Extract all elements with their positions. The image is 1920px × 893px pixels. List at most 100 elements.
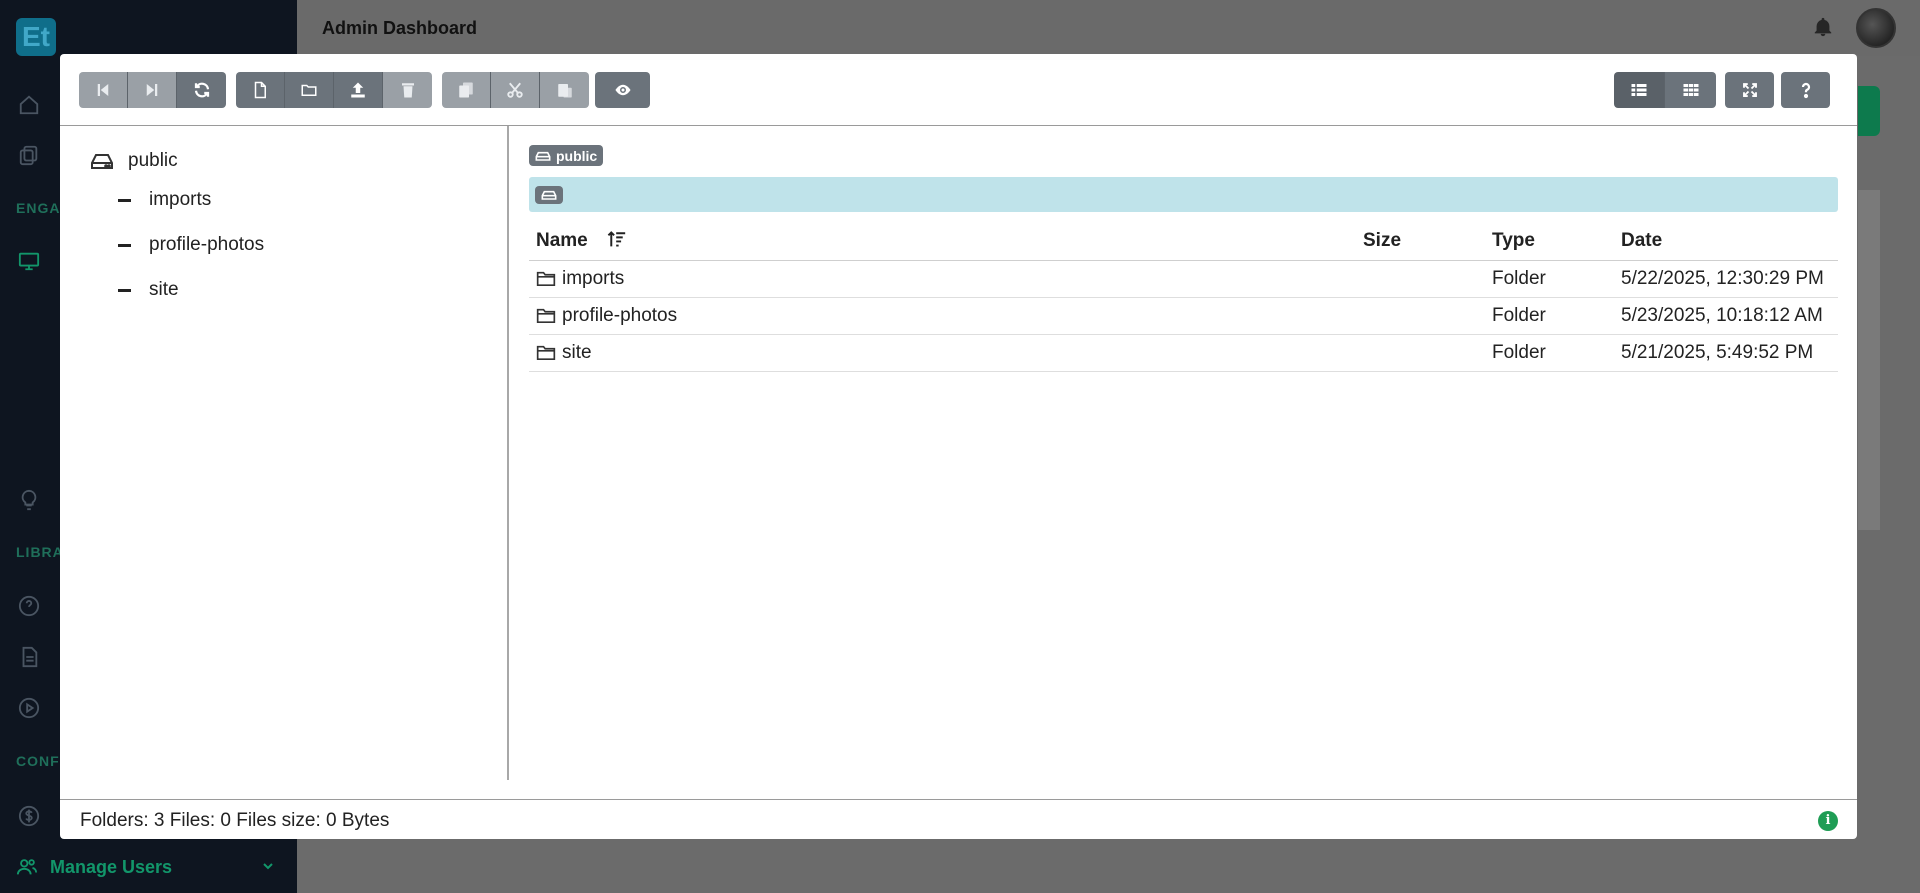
column-header-name[interactable]: Name [529, 222, 1356, 261]
folder-tree: public imports profile-photos site [60, 126, 509, 780]
disk-badge[interactable]: public [529, 145, 604, 166]
table-row[interactable]: site Folder 5/21/2025, 5:49:52 PM [529, 334, 1838, 372]
status-summary: Folders: 3 Files: 0 Files size: 0 Bytes [80, 810, 390, 831]
column-header-type[interactable]: Type [1485, 222, 1614, 261]
pages-icon[interactable] [18, 144, 40, 166]
preview-button[interactable] [595, 72, 650, 108]
navigation-button-group [79, 72, 226, 108]
column-header-size[interactable]: Size [1356, 222, 1485, 261]
sidebar-section-engagement: ENGA [16, 200, 61, 216]
help-circle-icon[interactable] [18, 595, 40, 617]
tree-item-label: public [128, 150, 178, 171]
table-row[interactable]: imports Folder 5/22/2025, 12:30:29 PM [529, 260, 1838, 298]
go-forward-button[interactable] [128, 72, 177, 108]
table-row[interactable]: profile-photos Folder 5/23/2025, 10:18:1… [529, 297, 1838, 335]
tree-item-label: site [149, 279, 179, 300]
tree-item-label: imports [149, 189, 212, 210]
grid-view-button[interactable] [1665, 72, 1716, 108]
go-back-button[interactable] [79, 72, 128, 108]
folder-icon [536, 308, 556, 323]
info-icon[interactable]: i [1818, 811, 1838, 831]
breadcrumb [529, 177, 1838, 212]
cell-size [1356, 260, 1485, 298]
app-logo[interactable]: Et [16, 18, 56, 56]
column-header-label: Name [536, 229, 588, 251]
video-icon[interactable] [18, 697, 40, 719]
sort-ascending-icon[interactable] [607, 230, 627, 248]
document-icon[interactable] [18, 646, 40, 668]
hard-drive-icon [541, 190, 557, 200]
tree-item-site[interactable]: site [118, 279, 179, 301]
list-icon [1631, 84, 1647, 96]
sync-icon [194, 82, 209, 98]
file-icon [254, 81, 266, 99]
minus-icon [118, 198, 131, 202]
page-title: Admin Dashboard [322, 18, 478, 38]
tree-item-label: profile-photos [149, 234, 265, 255]
copy-button[interactable] [442, 72, 491, 108]
background-action-button [1858, 86, 1880, 136]
tree-item-profile-photos[interactable]: profile-photos [118, 234, 264, 256]
file-name: profile-photos [562, 304, 678, 326]
chevron-down-icon [263, 863, 273, 870]
cell-type: Folder [1485, 334, 1614, 372]
home-icon[interactable] [18, 94, 40, 116]
tree-item-public[interactable]: public [90, 150, 178, 172]
minus-icon [118, 243, 131, 247]
cell-date: 5/23/2025, 10:18:12 AM [1614, 297, 1838, 335]
sidebar-section-library: LIBRA [16, 544, 64, 560]
breadcrumb-root[interactable] [535, 186, 563, 204]
cut-button[interactable] [491, 72, 540, 108]
users-icon [16, 859, 38, 875]
help-button-group [1781, 72, 1830, 108]
scissors-icon [507, 82, 523, 98]
sidebar-item-label: Manage Users [50, 856, 173, 877]
copy-icon [459, 82, 473, 98]
delete-button[interactable] [383, 72, 432, 108]
upload-icon [351, 82, 365, 98]
bell-icon[interactable] [1812, 16, 1834, 38]
cell-size [1356, 297, 1485, 335]
folder-icon [301, 84, 317, 96]
lightbulb-icon[interactable] [18, 489, 40, 511]
help-button[interactable] [1781, 72, 1830, 108]
table-view-button[interactable] [1614, 72, 1665, 108]
cell-date: 5/21/2025, 5:49:52 PM [1614, 334, 1838, 372]
folder-icon [536, 271, 556, 286]
column-header-date[interactable]: Date [1614, 222, 1838, 261]
dollar-icon[interactable] [18, 805, 40, 827]
file-manager-toolbar [60, 54, 1857, 126]
preview-button-group [595, 72, 650, 108]
avatar[interactable] [1856, 8, 1896, 48]
fullscreen-button[interactable] [1725, 72, 1774, 108]
clipboard-button-group [442, 72, 589, 108]
fullscreen-button-group [1725, 72, 1774, 108]
hard-drive-icon [535, 151, 551, 161]
cell-size [1356, 334, 1485, 372]
status-bar: Folders: 3 Files: 0 Files size: 0 Bytes … [60, 799, 1857, 839]
tree-item-imports[interactable]: imports [118, 189, 211, 211]
trash-icon [401, 83, 414, 98]
paste-icon [557, 84, 572, 98]
step-forward-icon [146, 84, 158, 96]
minus-icon [118, 288, 131, 292]
create-button-group [236, 72, 432, 108]
new-file-button[interactable] [236, 72, 285, 108]
file-manager-modal: public imports profile-photos site publi… [60, 54, 1857, 839]
refresh-button[interactable] [177, 72, 226, 108]
file-name: site [562, 341, 592, 363]
monitor-icon[interactable] [18, 250, 40, 272]
background-panel [1858, 190, 1880, 530]
upload-button[interactable] [334, 72, 383, 108]
file-list-panel: public Name Size Type Date imports Folde… [529, 126, 1838, 780]
view-mode-button-group [1614, 72, 1716, 108]
paste-button[interactable] [540, 72, 589, 108]
question-icon [1801, 82, 1810, 99]
grid-icon [1683, 84, 1698, 96]
cell-date: 5/22/2025, 12:30:29 PM [1614, 260, 1838, 298]
top-bar [297, 0, 1920, 56]
new-folder-button[interactable] [285, 72, 334, 108]
file-name: imports [562, 267, 625, 289]
sidebar-item-manage-users[interactable]: Manage Users [16, 856, 273, 878]
sidebar-section-config: CONF [16, 753, 60, 769]
